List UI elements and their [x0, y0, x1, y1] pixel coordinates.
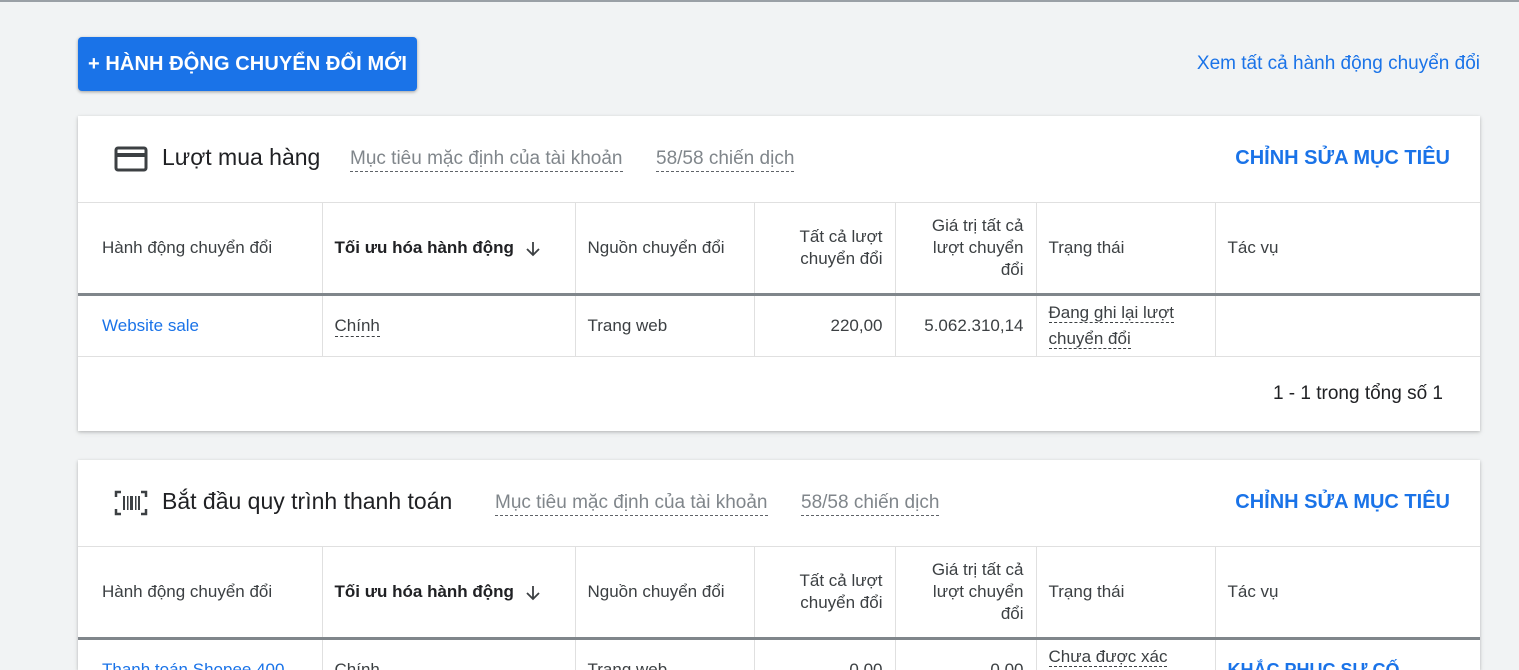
card-title: Lượt mua hàng: [162, 144, 320, 171]
status-value[interactable]: Chưa được xác minh: [1049, 647, 1168, 670]
pagination-text: 1 - 1 trong tổng số 1: [1273, 383, 1443, 405]
col-header-optimization[interactable]: Tối ưu hóa hành động: [322, 547, 575, 639]
col-header-all-conversions[interactable]: Tất cả lượt chuyển đổi: [754, 547, 895, 639]
col-header-all-value[interactable]: Giá trị tất cả lượt chuyển đổi: [895, 547, 1036, 639]
default-goal-tag[interactable]: Mục tiêu mặc định của tài khoản: [350, 148, 623, 172]
cell-all-conversions: 220,00: [754, 295, 895, 357]
cell-actions: [1215, 295, 1480, 357]
col-header-optimization-label: Tối ưu hóa hành động: [335, 238, 514, 257]
cell-source: Trang web: [575, 295, 754, 357]
campaigns-tag[interactable]: 58/58 chiến dịch: [656, 148, 794, 172]
col-header-source[interactable]: Nguồn chuyển đổi: [575, 203, 754, 295]
col-header-all-conversions[interactable]: Tất cả lượt chuyển đổi: [754, 203, 895, 295]
arrow-down-icon: [524, 584, 542, 602]
col-header-status[interactable]: Trạng thái: [1036, 203, 1215, 295]
col-header-optimization[interactable]: Tối ưu hóa hành động: [322, 203, 575, 295]
goal-card-begin-checkout: Bắt đầu quy trình thanh toán Mục tiêu mặ…: [78, 460, 1480, 670]
optimization-value[interactable]: Chính: [335, 316, 380, 337]
status-value[interactable]: Đang ghi lại lượt chuyển đổi: [1049, 303, 1175, 349]
cell-source: Trang web: [575, 639, 754, 670]
arrow-down-icon: [524, 240, 542, 258]
cell-action[interactable]: Thanh toán Shopee 400: [78, 639, 322, 670]
conversion-table: Hành động chuyển đổi Tối ưu hóa hành độn…: [78, 547, 1480, 670]
edit-goal-button[interactable]: CHỈNH SỬA MỤC TIÊU: [1235, 147, 1450, 170]
table-header-row: Hành động chuyển đổi Tối ưu hóa hành độn…: [78, 203, 1480, 295]
table-row: Thanh toán Shopee 400 Chính Trang web 0,…: [78, 639, 1480, 670]
credit-card-icon: [114, 145, 148, 173]
conversion-table: Hành động chuyển đổi Tối ưu hóa hành độn…: [78, 203, 1480, 357]
view-all-conversion-actions-link[interactable]: Xem tất cả hành động chuyển đổi: [1197, 53, 1480, 75]
top-divider: [0, 0, 1519, 2]
cell-optimization: Chính: [322, 295, 575, 357]
cell-status: Đang ghi lại lượt chuyển đổi: [1036, 295, 1215, 357]
card-header: Bắt đầu quy trình thanh toán Mục tiêu mặ…: [78, 460, 1480, 547]
conversion-action-link[interactable]: Thanh toán Shopee 400: [102, 660, 284, 670]
cell-optimization: Chính: [322, 639, 575, 670]
cell-all-value: 5.062.310,14: [895, 295, 1036, 357]
col-header-actions: Tác vụ: [1215, 547, 1480, 639]
conversion-action-link[interactable]: Website sale: [102, 316, 199, 335]
card-title: Bắt đầu quy trình thanh toán: [162, 488, 452, 515]
cell-actions: KHẮC PHỤC SỰ CỐ: [1215, 639, 1480, 670]
col-header-optimization-label: Tối ưu hóa hành động: [335, 582, 514, 601]
cell-action[interactable]: Website sale: [78, 295, 322, 357]
goal-card-purchases: Lượt mua hàng Mục tiêu mặc định của tài …: [78, 116, 1480, 431]
cell-all-value: 0,00: [895, 639, 1036, 670]
cell-status: Chưa được xác minh: [1036, 639, 1215, 670]
col-header-source[interactable]: Nguồn chuyển đổi: [575, 547, 754, 639]
campaigns-tag[interactable]: 58/58 chiến dịch: [801, 492, 939, 516]
cell-all-conversions: 0,00: [754, 639, 895, 670]
col-header-status[interactable]: Trạng thái: [1036, 547, 1215, 639]
table-row: Website sale Chính Trang web 220,00 5.06…: [78, 295, 1480, 357]
edit-goal-button[interactable]: CHỈNH SỬA MỤC TIÊU: [1235, 491, 1450, 514]
barcode-icon: [114, 489, 148, 517]
table-header-row: Hành động chuyển đổi Tối ưu hóa hành độn…: [78, 547, 1480, 639]
col-header-actions: Tác vụ: [1215, 203, 1480, 295]
col-header-all-value[interactable]: Giá trị tất cả lượt chuyển đổi: [895, 203, 1036, 295]
col-header-action[interactable]: Hành động chuyển đổi: [78, 547, 322, 639]
default-goal-tag[interactable]: Mục tiêu mặc định của tài khoản: [495, 492, 768, 516]
card-header: Lượt mua hàng Mục tiêu mặc định của tài …: [78, 116, 1480, 203]
optimization-value[interactable]: Chính: [335, 660, 380, 670]
new-conversion-action-button[interactable]: + HÀNH ĐỘNG CHUYỂN ĐỔI MỚI: [78, 37, 417, 91]
col-header-action[interactable]: Hành động chuyển đổi: [78, 203, 322, 295]
troubleshoot-button[interactable]: KHẮC PHỤC SỰ CỐ: [1228, 660, 1400, 670]
pagination: 1 - 1 trong tổng số 1: [78, 357, 1480, 431]
